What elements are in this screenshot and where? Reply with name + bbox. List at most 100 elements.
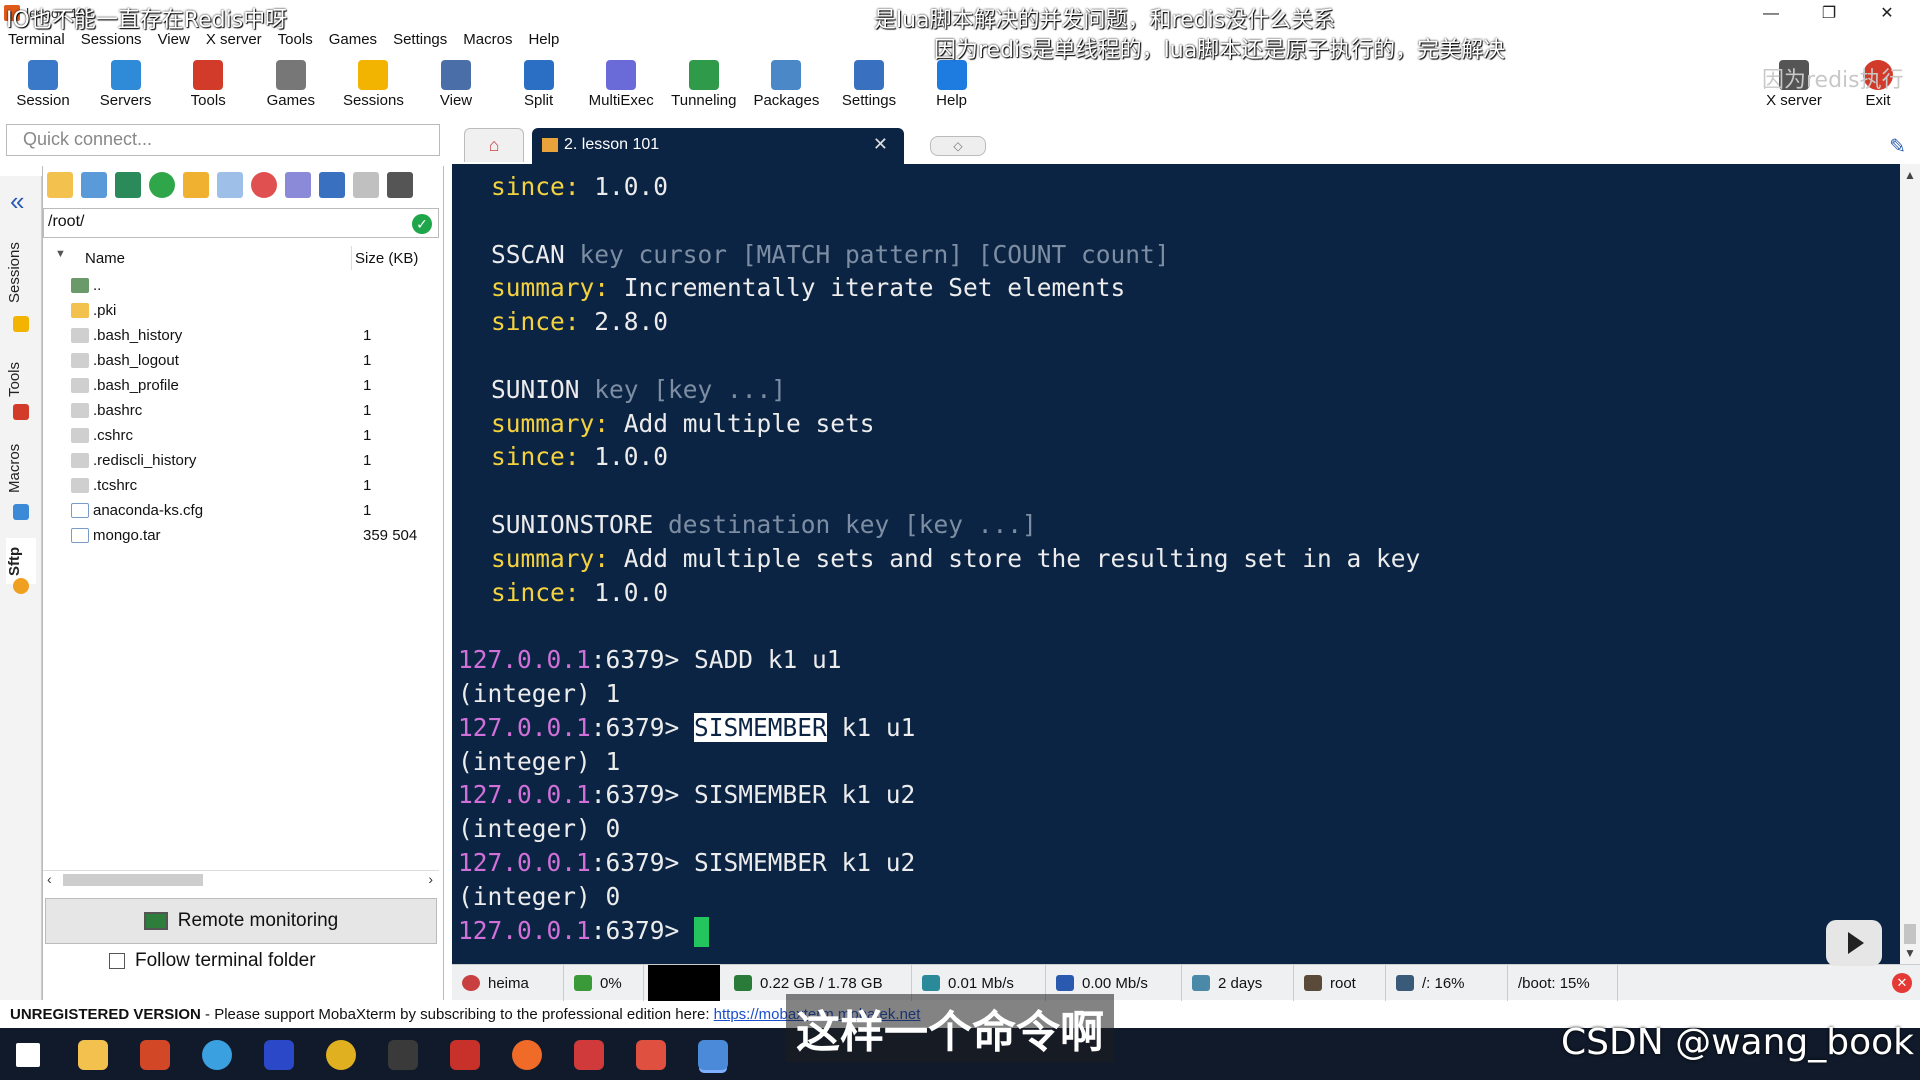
file-row[interactable]: .pki: [43, 299, 439, 324]
command-text: k1 u1: [826, 712, 916, 742]
file-row[interactable]: .bashrc 1: [43, 399, 439, 424]
quick-connect-input[interactable]: Quick connect...: [6, 124, 440, 156]
postman-icon[interactable]: [512, 1040, 542, 1070]
file-explorer-icon[interactable]: [78, 1040, 108, 1070]
delete-icon[interactable]: [251, 172, 277, 198]
close-status-icon[interactable]: ✕: [1892, 973, 1912, 993]
minimize-button[interactable]: —: [1742, 0, 1800, 28]
toolbar-settings-button[interactable]: Settings: [827, 56, 911, 120]
help-field-key: since:: [491, 172, 580, 201]
mobaxterm-icon[interactable]: [698, 1040, 728, 1070]
scroll-left-icon[interactable]: ‹: [47, 871, 52, 887]
toolbar-help-button[interactable]: Help: [910, 56, 994, 120]
terminal-icon[interactable]: [388, 1040, 418, 1070]
terminal-icon[interactable]: [387, 172, 413, 198]
download-icon[interactable]: [81, 172, 107, 198]
new-file-icon[interactable]: [217, 172, 243, 198]
toolbar-tunneling-button[interactable]: Tunneling: [662, 56, 746, 120]
file-row[interactable]: .bash_history 1: [43, 324, 439, 349]
powerpoint-icon[interactable]: [140, 1040, 170, 1070]
home-tab[interactable]: ⌂: [464, 128, 524, 162]
help-field-value: Add multiple sets: [623, 408, 875, 438]
upload-icon[interactable]: [115, 172, 141, 198]
confirm-path-icon[interactable]: ✓: [412, 214, 432, 234]
horizontal-scrollbar[interactable]: ‹ ›: [43, 870, 439, 888]
video-play-icon[interactable]: [1826, 920, 1882, 966]
attachment-icon[interactable]: ✎: [1889, 134, 1906, 159]
toolbar-session-button[interactable]: Session: [1, 56, 85, 120]
file-row[interactable]: .rediscli_history 1: [43, 449, 439, 474]
close-tab-icon[interactable]: ✕: [873, 134, 888, 155]
terminal-line: SUNION key [key ...]: [491, 373, 786, 407]
close-button[interactable]: ✕: [1858, 0, 1916, 28]
terminal-scroll-thumb[interactable]: [1904, 924, 1916, 944]
tunnel-icon: [688, 60, 719, 90]
windows-start-icon[interactable]: [16, 1043, 40, 1067]
toolbar-x-server-button[interactable]: X server: [1752, 56, 1836, 120]
chrome-icon[interactable]: [326, 1040, 356, 1070]
scroll-thumb[interactable]: [63, 874, 203, 886]
sort-arrow-icon[interactable]: ▼: [55, 248, 66, 260]
intellij-icon[interactable]: [264, 1040, 294, 1070]
side-tabs: « Sessions Tools Macros Sftp: [0, 176, 42, 1000]
redis-icon[interactable]: [450, 1040, 480, 1070]
column-size[interactable]: Size (KB): [355, 250, 418, 267]
toolbar-games-button[interactable]: Games: [249, 56, 333, 120]
color-app-icon[interactable]: [202, 1040, 232, 1070]
follow-terminal-folder-checkbox[interactable]: Follow terminal folder: [109, 950, 316, 972]
file-row[interactable]: .bash_profile 1: [43, 374, 439, 399]
menu-sessions[interactable]: Sessions: [73, 28, 150, 54]
toolbar-exit-button[interactable]: Exit: [1836, 56, 1920, 120]
path-input[interactable]: /root/ ✓: [43, 208, 439, 238]
menu-x-server[interactable]: X server: [198, 28, 270, 54]
new-tab-button[interactable]: ◇: [930, 136, 986, 156]
toolbar-sessions-button[interactable]: Sessions: [331, 56, 415, 120]
menu-tools[interactable]: Tools: [270, 28, 321, 54]
status-download: 0.00 Mb/s: [1046, 965, 1182, 1001]
column-name[interactable]: Name: [85, 250, 125, 267]
terminal-output[interactable]: since: 1.0.0 SSCAN key cursor [MATCH patt…: [452, 164, 1900, 964]
permissions-icon[interactable]: [353, 172, 379, 198]
side-tab-macros[interactable]: Macros: [6, 438, 36, 498]
file-row[interactable]: anaconda-ks.cfg 1: [43, 499, 439, 524]
scroll-down-icon[interactable]: ▼: [1904, 946, 1916, 960]
open-folder-icon[interactable]: [47, 172, 73, 198]
terminal-scrollbar[interactable]: ▲ ▼: [1900, 164, 1920, 964]
collapse-chevron-icon[interactable]: «: [10, 186, 24, 217]
toolbar-packages-button[interactable]: Packages: [744, 56, 828, 120]
toolbar-multiexec-button[interactable]: MultiExec: [579, 56, 663, 120]
pen-icon[interactable]: [574, 1040, 604, 1070]
toolbar-label: X server: [1766, 92, 1822, 109]
rename-icon[interactable]: [285, 172, 311, 198]
toolbar-view-button[interactable]: View: [414, 56, 498, 120]
file-row[interactable]: mongo.tar 359 504: [43, 524, 439, 549]
file-row[interactable]: .tcshrc 1: [43, 474, 439, 499]
new-folder-icon[interactable]: [183, 172, 209, 198]
properties-icon[interactable]: [319, 172, 345, 198]
side-tab-tools[interactable]: Tools: [6, 354, 36, 404]
menu-settings[interactable]: Settings: [385, 28, 455, 54]
notes-icon[interactable]: [636, 1040, 666, 1070]
file-row[interactable]: .cshrc 1: [43, 424, 439, 449]
menu-macros[interactable]: Macros: [455, 28, 520, 54]
tab-lesson-101[interactable]: 2. lesson 101 ✕: [532, 128, 904, 164]
refresh-icon[interactable]: [149, 172, 175, 198]
column-divider[interactable]: [351, 246, 352, 270]
toolbar-tools-button[interactable]: Tools: [166, 56, 250, 120]
scroll-right-icon[interactable]: ›: [428, 871, 433, 887]
file-row[interactable]: .bash_logout 1: [43, 349, 439, 374]
subscribe-link[interactable]: https://mobaxterm.mobatek.net: [714, 1006, 921, 1023]
restore-button[interactable]: ❐: [1800, 0, 1858, 28]
scroll-up-icon[interactable]: ▲: [1904, 168, 1916, 182]
command-text: SISMEMBER k1 u2: [694, 848, 916, 877]
file-row[interactable]: ..: [43, 274, 439, 299]
remote-monitoring-button[interactable]: Remote monitoring: [45, 898, 437, 944]
side-tab-sessions[interactable]: Sessions: [6, 238, 36, 308]
menu-view[interactable]: View: [150, 28, 198, 54]
toolbar-servers-button[interactable]: Servers: [84, 56, 168, 120]
menu-terminal[interactable]: Terminal: [0, 28, 73, 54]
checkbox-box[interactable]: [109, 953, 125, 969]
menu-help[interactable]: Help: [520, 28, 567, 54]
toolbar-split-button[interactable]: Split: [497, 56, 581, 120]
menu-games[interactable]: Games: [321, 28, 385, 54]
